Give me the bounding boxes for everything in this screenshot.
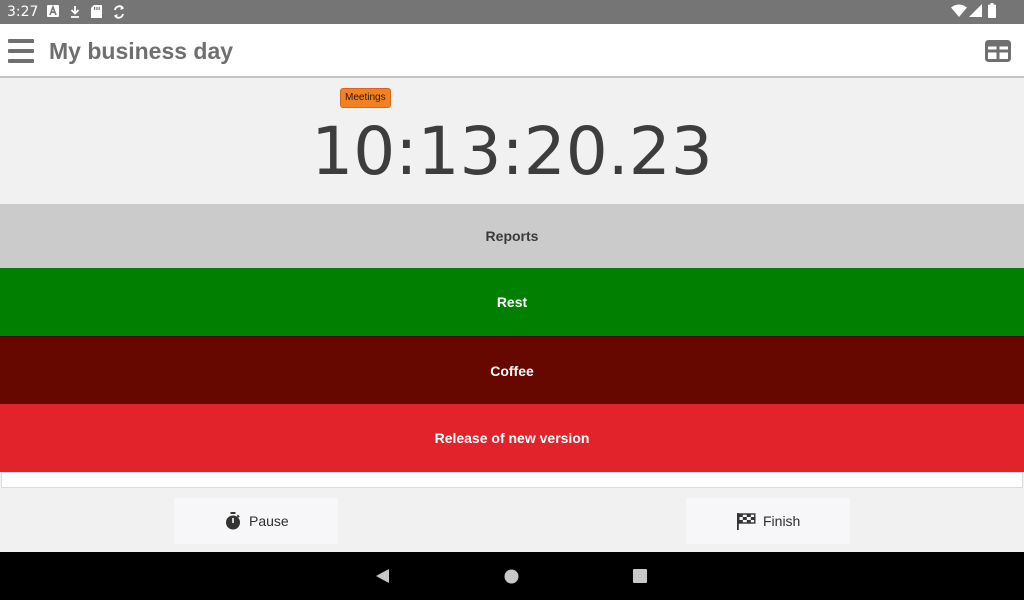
back-icon[interactable] bbox=[375, 568, 391, 584]
activity-empty-slot[interactable] bbox=[1, 472, 1023, 488]
checkered-flag-icon bbox=[737, 513, 756, 530]
stopwatch-icon bbox=[226, 512, 240, 530]
finish-label: Finish bbox=[763, 513, 801, 529]
status-time: 3:27 bbox=[7, 4, 39, 20]
current-activity-badge: Meetings bbox=[340, 88, 391, 108]
activity-rest[interactable]: Rest bbox=[0, 268, 1024, 336]
font-a-icon bbox=[47, 5, 59, 17]
activity-reports[interactable]: Reports bbox=[0, 204, 1024, 268]
signal-icon bbox=[969, 4, 982, 17]
sd-card-icon bbox=[91, 5, 102, 18]
recents-icon[interactable] bbox=[633, 569, 647, 583]
activity-coffee[interactable]: Coffee bbox=[0, 336, 1024, 404]
download-icon bbox=[70, 6, 80, 18]
elapsed-timer: 10:13:20.23 bbox=[311, 113, 713, 190]
finish-button[interactable]: Finish bbox=[686, 498, 850, 544]
navigation-bar bbox=[0, 552, 1024, 600]
hamburger-menu-icon[interactable] bbox=[8, 39, 34, 63]
wifi-icon bbox=[951, 4, 967, 17]
activity-release-of-new-version[interactable]: Release of new version bbox=[0, 404, 1024, 472]
app-title: My business day bbox=[49, 38, 234, 64]
table-view-icon[interactable] bbox=[985, 40, 1011, 62]
battery-icon bbox=[988, 3, 996, 18]
pause-label: Pause bbox=[249, 513, 289, 529]
app-bar: My business day bbox=[0, 24, 1024, 78]
status-bar: 3:27 bbox=[0, 0, 1024, 24]
home-icon[interactable] bbox=[504, 569, 519, 584]
sync-icon bbox=[114, 5, 124, 19]
timer-panel: Meetings 10:13:20.23 bbox=[0, 78, 1024, 204]
pause-button[interactable]: Pause bbox=[174, 498, 338, 544]
